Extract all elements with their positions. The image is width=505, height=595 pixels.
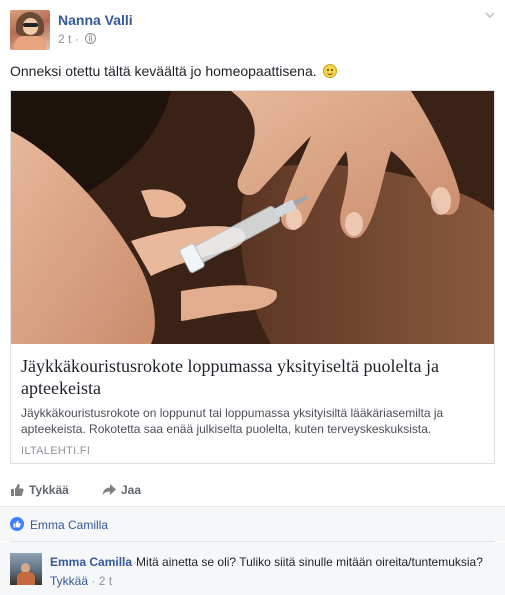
meta-dot: · xyxy=(74,32,83,46)
like-button[interactable]: Tykkää xyxy=(10,483,69,497)
post-timestamp[interactable]: 2 t xyxy=(58,32,71,46)
comment: Emma Camilla Mitä ainetta se oli? Tuliko … xyxy=(0,542,505,595)
share-label: Jaa xyxy=(121,483,142,497)
comment-separator: · xyxy=(88,574,99,588)
feed-post: Nanna Valli 2 t · Onneksi otettu tältä k… xyxy=(0,0,505,595)
share-button[interactable]: Jaa xyxy=(102,483,141,497)
comment-like-button[interactable]: Tykkää xyxy=(50,574,88,588)
link-title[interactable]: Jäykkäkouristusrokote loppumassa yksityi… xyxy=(21,355,486,399)
link-domain: ILTALEHTI.FI xyxy=(21,445,91,457)
comment-text: Mitä ainetta se oli? Tuliko siitä sinull… xyxy=(136,555,483,569)
like-label: Tykkää xyxy=(29,483,69,497)
comment-line: Emma Camilla Mitä ainetta se oli? Tuliko … xyxy=(50,555,500,569)
chevron-down-icon[interactable] xyxy=(485,10,495,20)
post-meta: 2 t · xyxy=(58,32,97,46)
author-avatar[interactable] xyxy=(10,10,50,50)
thumbs-up-icon xyxy=(11,484,24,496)
post-actions: Tykkää Jaa xyxy=(0,477,505,505)
link-preview-image[interactable] xyxy=(11,91,494,344)
post-message-text: Onneksi otettu tältä keväältä jo homeopa… xyxy=(10,63,317,79)
author-name[interactable]: Nanna Valli xyxy=(58,12,133,28)
comment-author[interactable]: Emma Camilla xyxy=(50,555,132,569)
comment-actions: Tykkää · 2 t xyxy=(50,574,112,588)
like-badge-icon xyxy=(10,517,24,531)
link-description: Jäykkäkouristusrokote on loppunut tai lo… xyxy=(21,406,444,436)
post-message: Onneksi otettu tältä keväältä jo homeopa… xyxy=(10,63,337,79)
likes-names-link[interactable]: Emma Camilla xyxy=(30,518,108,532)
link-preview-body: Jäykkäkouristusrokote loppumassa yksityi… xyxy=(11,345,494,463)
post-header: Nanna Valli 2 t · xyxy=(10,10,495,50)
vaccination-photo xyxy=(11,91,494,344)
smiley-emoji-icon xyxy=(322,64,337,78)
globe-icon xyxy=(85,33,97,44)
commenter-avatar[interactable] xyxy=(10,553,42,585)
link-preview-card[interactable]: Jäykkäkouristusrokote loppumassa yksityi… xyxy=(10,90,495,464)
likes-summary: Emma Camilla xyxy=(0,507,505,541)
share-arrow-icon xyxy=(102,484,116,496)
comment-timestamp[interactable]: 2 t xyxy=(99,574,112,588)
